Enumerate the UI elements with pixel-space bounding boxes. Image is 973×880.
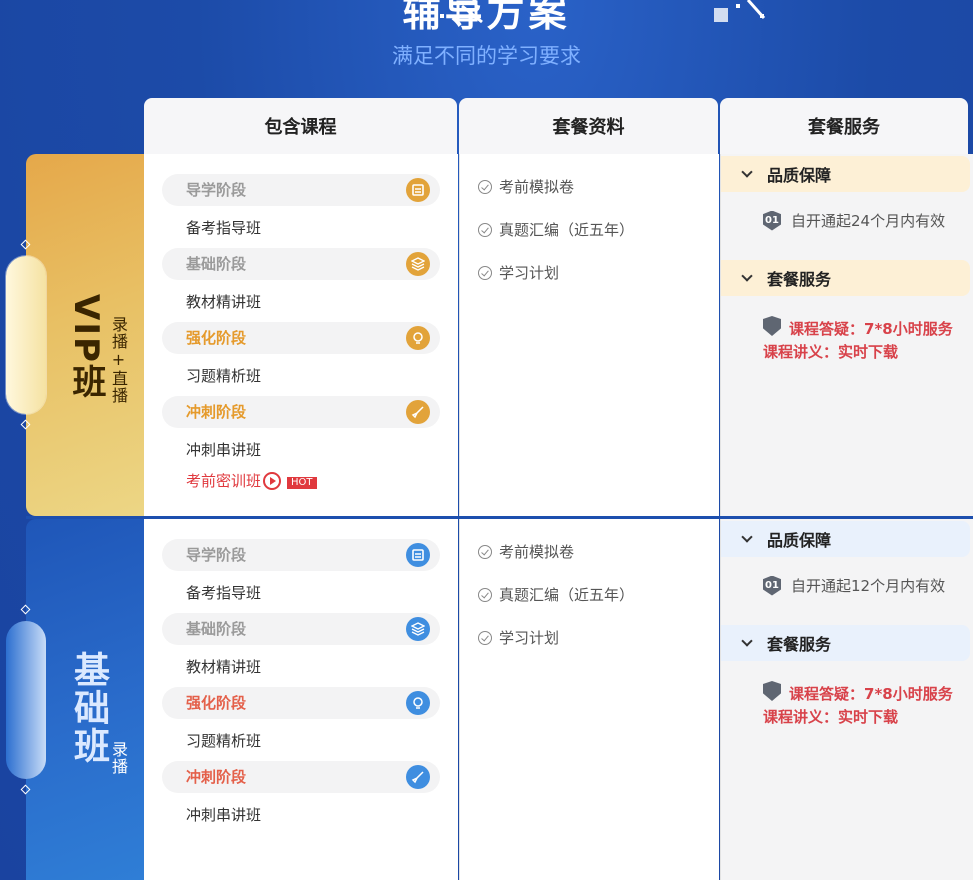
base-course-list: 导学阶段 备考指导班 基础阶段 教材精讲班 强化阶段 习题精析班 冲刺阶段 冲刺… — [144, 519, 458, 880]
layers-icon — [406, 252, 430, 276]
stage-label: 基础阶段 — [186, 620, 247, 638]
course-name[interactable]: 备考指导班 — [186, 217, 261, 238]
lightbulb-icon — [406, 691, 430, 715]
shield-icon — [763, 681, 781, 701]
check-circle-icon — [478, 179, 492, 194]
badge-01-icon: 01 — [763, 575, 781, 596]
base-class-mode: 录播 — [109, 741, 128, 775]
validity-text: 01 自开通起24个月内有效 — [763, 210, 945, 231]
stage-label: 导学阶段 — [186, 546, 247, 564]
stage-pill[interactable]: 强化阶段 — [162, 687, 440, 719]
vip-tab-pill[interactable] — [6, 256, 46, 414]
stage-pill[interactable]: 冲刺阶段 — [162, 761, 440, 793]
service-line: 课程讲义：实时下载 — [763, 343, 899, 361]
chevron-down-icon — [741, 530, 753, 543]
quality-header[interactable]: 品质保障 — [721, 521, 970, 557]
course-name[interactable]: 习题精析班 — [186, 730, 261, 751]
column-header-materials: 套餐资料 — [459, 98, 718, 154]
hot-course-name: 考前密训班 — [186, 472, 262, 490]
service-header[interactable]: 套餐服务 — [721, 625, 970, 661]
service-line: 课程答疑：7*8小时服务 — [763, 681, 953, 704]
base-services: 品质保障 01 自开通起12个月内有效 套餐服务 课程答疑：7*8小时服务 课程… — [720, 519, 973, 880]
service-line: 课程答疑：7*8小时服务 — [763, 316, 953, 339]
course-name[interactable]: 教材精讲班 — [186, 291, 261, 312]
stage-label: 冲刺阶段 — [186, 403, 247, 421]
chevron-down-icon — [741, 269, 753, 282]
material-item: 真题汇编（近五年） — [478, 584, 634, 605]
stage-pill[interactable]: 基础阶段 — [162, 248, 440, 280]
stage-pill[interactable]: 导学阶段 — [162, 174, 440, 206]
check-circle-icon — [478, 265, 492, 280]
service-line: 课程讲义：实时下载 — [763, 708, 899, 726]
service-header[interactable]: 套餐服务 — [721, 260, 970, 296]
layers-icon — [406, 617, 430, 641]
stage-label: 导学阶段 — [186, 181, 247, 199]
vip-course-list: 导学阶段 备考指导班 基础阶段 教材精讲班 强化阶段 习题精析班 冲刺阶段 冲刺… — [144, 154, 458, 516]
stage-pill[interactable]: 导学阶段 — [162, 539, 440, 571]
course-name[interactable]: 冲刺串讲班 — [186, 439, 261, 460]
quality-header[interactable]: 品质保障 — [721, 156, 970, 192]
check-circle-icon — [478, 544, 492, 559]
page-title: 辅导方案 — [402, 0, 571, 35]
material-item: 真题汇编（近五年） — [478, 219, 634, 240]
hot-course[interactable]: 考前密训班 HOT — [186, 470, 317, 491]
stage-pill[interactable]: 强化阶段 — [162, 322, 440, 354]
shield-icon — [763, 316, 781, 336]
cube-decoration-icon — [714, 0, 766, 22]
check-circle-icon — [478, 222, 492, 237]
course-name[interactable]: 教材精讲班 — [186, 656, 261, 677]
rocket-icon — [406, 765, 430, 789]
vip-class-name: VIP班 — [66, 294, 106, 400]
badge-01-icon: 01 — [763, 210, 781, 231]
vip-class-mode: 录播+直播 — [109, 316, 128, 404]
validity-text: 01 自开通起12个月内有效 — [763, 575, 945, 596]
course-name[interactable]: 备考指导班 — [186, 582, 261, 603]
vip-materials: 考前模拟卷 真题汇编（近五年） 学习计划 — [459, 154, 719, 516]
course-name[interactable]: 习题精析班 — [186, 365, 261, 386]
play-icon — [263, 471, 282, 490]
lightbulb-icon — [406, 326, 430, 350]
chevron-down-icon — [741, 634, 753, 647]
base-materials: 考前模拟卷 真题汇编（近五年） 学习计划 — [459, 519, 719, 880]
base-tab-pill[interactable] — [6, 621, 46, 779]
chevron-down-icon — [741, 165, 753, 178]
column-header-services: 套餐服务 — [720, 98, 968, 154]
vip-services: 品质保障 01 自开通起24个月内有效 套餐服务 课程答疑：7*8小时服务 课程… — [720, 154, 973, 516]
stage-pill[interactable]: 基础阶段 — [162, 613, 440, 645]
stage-pill[interactable]: 冲刺阶段 — [162, 396, 440, 428]
material-item: 学习计划 — [478, 262, 559, 283]
book-icon — [406, 178, 430, 202]
stage-label: 冲刺阶段 — [186, 768, 247, 786]
book-icon — [406, 543, 430, 567]
hot-badge: HOT — [287, 476, 317, 489]
page-subtitle: 满足不同的学习要求 — [392, 44, 581, 68]
check-circle-icon — [478, 587, 492, 602]
stage-label: 强化阶段 — [186, 694, 247, 712]
material-item: 学习计划 — [478, 627, 559, 648]
check-circle-icon — [478, 630, 492, 645]
stage-label: 强化阶段 — [186, 329, 247, 347]
course-name[interactable]: 冲刺串讲班 — [186, 804, 261, 825]
material-item: 考前模拟卷 — [478, 176, 574, 197]
rocket-icon — [406, 400, 430, 424]
material-item: 考前模拟卷 — [478, 541, 574, 562]
column-header-courses: 包含课程 — [144, 98, 457, 154]
stage-label: 基础阶段 — [186, 255, 247, 273]
